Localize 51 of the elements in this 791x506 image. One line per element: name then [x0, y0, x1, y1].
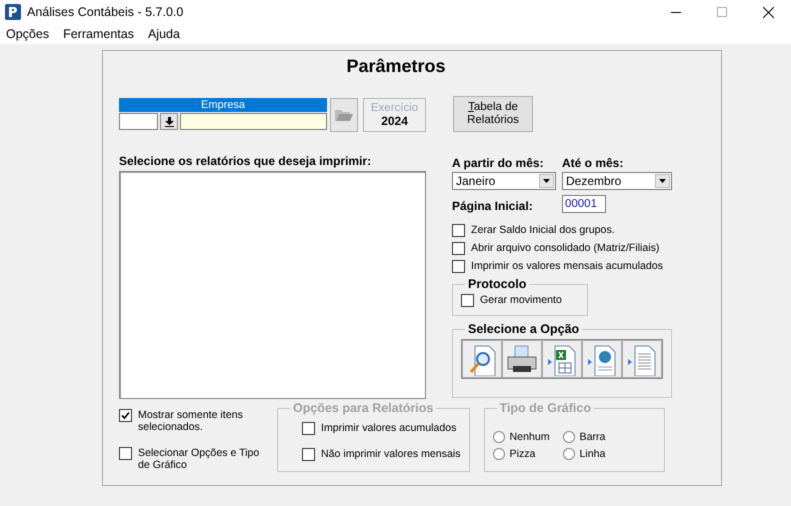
group-title: Selecione a Opção: [467, 322, 580, 336]
start-page-label: Página Inicial:: [452, 199, 534, 213]
checkbox[interactable]: [119, 447, 132, 460]
export-button[interactable]: [462, 340, 502, 378]
checkbox-label: Não imprimir valores mensais: [321, 448, 461, 460]
radio-label: Barra: [580, 430, 606, 442]
menu-item[interactable]: Opções: [6, 27, 50, 41]
window-title: Análises Contábeis - 5.7.0.0: [27, 5, 184, 19]
company-header: Empresa: [119, 98, 327, 112]
close-icon[interactable]: [762, 6, 774, 18]
report-list[interactable]: [119, 171, 426, 399]
start-page-field[interactable]: 00001: [562, 195, 606, 213]
checkbox-label: Zerar Saldo Inicial dos grupos.: [471, 224, 615, 236]
export-button[interactable]: [502, 340, 542, 378]
group-title: Opções para Relatórios: [292, 401, 434, 415]
company-code-field[interactable]: [119, 113, 158, 130]
from-month-select[interactable]: Janeiro: [452, 172, 556, 190]
radio-label: Linha: [580, 448, 606, 460]
radio-label: Nenhum: [510, 430, 550, 442]
folder-icon: [335, 108, 354, 122]
to-month-select[interactable]: Dezembro: [562, 172, 672, 190]
checkbox-label: Imprimir os valores mensais acumulados: [471, 260, 663, 272]
reports-table-button[interactable]: Tabela de Relatórios: [453, 96, 533, 132]
dropdown-arrow-icon: [659, 179, 666, 183]
fiscal-year-value: 2024: [381, 114, 408, 128]
export-button[interactable]: [542, 340, 582, 378]
checkbox[interactable]: [452, 242, 465, 254]
checkbox-label: Gerar movimento: [480, 294, 562, 306]
download-button[interactable]: [160, 113, 178, 130]
checkbox-label: Abrir arquivo consolidado (Matriz/Filiais): [471, 242, 660, 254]
dropdown-arrow-icon: [543, 179, 550, 183]
checkbox[interactable]: [461, 294, 474, 306]
download-arrow-icon: [164, 116, 174, 126]
group-title: Protocolo: [467, 277, 528, 291]
app-icon: [5, 4, 21, 20]
report-list-label: Selecione os relatórios que deseja imprimir:: [119, 154, 372, 168]
group-title: Tipo de Gráfico: [498, 401, 592, 415]
panel-title: Parâmetros: [345, 56, 447, 78]
radio-label: Pizza: [510, 448, 536, 460]
checkbox-label: Mostrar somente itens selecionados.: [138, 409, 244, 433]
menu-item[interactable]: Ajuda: [148, 27, 180, 41]
menu-item[interactable]: Ferramentas: [63, 27, 134, 41]
from-month-label: A partir do mês:: [452, 156, 545, 170]
checkbox[interactable]: [452, 260, 465, 272]
checkbox[interactable]: [119, 409, 132, 422]
fiscal-year-label: Exercício: [370, 102, 418, 114]
checkbox[interactable]: [452, 224, 465, 236]
company-name-field[interactable]: [180, 113, 327, 130]
checkbox-label: Imprimir valores acumulados: [321, 422, 456, 434]
checkbox-label: Selecionar Opções e Tipo de Gráfico: [138, 447, 260, 471]
to-month-label: Até o mês:: [562, 156, 624, 170]
